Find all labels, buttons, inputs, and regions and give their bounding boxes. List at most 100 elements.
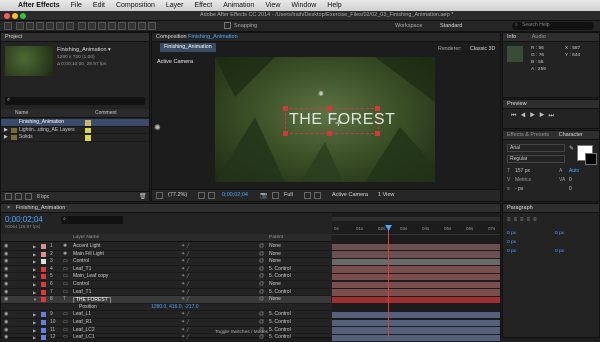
layer-name[interactable]: Main_Leaf copy — [73, 273, 108, 280]
layer-duration-bar[interactable] — [332, 311, 500, 319]
visibility-eye-icon[interactable]: ◉ — [4, 266, 8, 273]
parent-pickwhip-icon[interactable]: @ — [259, 296, 264, 303]
comp-subtab[interactable]: Finishing_Animation — [160, 43, 216, 52]
label-color-swatch[interactable] — [41, 266, 46, 272]
label-color-swatch[interactable] — [41, 274, 46, 280]
layer-row[interactable]: ◉ ▶ 10 ▭ Leaf_R1 ✦ ╱ @5. Control — [1, 319, 331, 327]
new-folder-icon[interactable] — [15, 193, 22, 200]
light-icon[interactable]: ✺ — [318, 90, 324, 98]
visibility-eye-icon[interactable]: ◉ — [4, 273, 8, 280]
parent-select[interactable]: None — [269, 251, 281, 258]
disclosure-triangle-icon[interactable]: ▶ — [33, 319, 36, 326]
work-area-bar[interactable] — [332, 217, 500, 221]
project-item[interactable]: Finishing_Animation — [1, 119, 149, 127]
font-family-select[interactable]: Arial — [507, 144, 565, 152]
disclosure-triangle-icon[interactable]: ▶ — [4, 127, 8, 134]
region-of-interest-icon[interactable] — [304, 192, 311, 199]
label-color-swatch[interactable] — [41, 297, 46, 303]
layer-name[interactable]: Leaf_T1 — [73, 266, 91, 273]
comp-timecode[interactable]: 0;00;02;04 — [222, 192, 248, 198]
indent-right-value[interactable]: 0 px — [555, 231, 564, 236]
disclosure-triangle-icon[interactable]: ▶ — [4, 134, 8, 141]
layer-switches[interactable]: ✦ ╱ — [181, 311, 190, 318]
layer-switches[interactable]: ✦ ╱ — [181, 243, 190, 250]
space-before-value[interactable]: 0 px — [507, 249, 516, 254]
magnification-select[interactable]: (77.2%) — [168, 192, 187, 198]
snapping-checkbox[interactable] — [224, 22, 231, 29]
justify-all-icon[interactable]: ≡ — [533, 217, 540, 223]
home-tool-icon[interactable] — [4, 22, 12, 30]
rotate-tool-icon[interactable] — [46, 22, 54, 30]
always-preview-icon[interactable] — [156, 192, 163, 199]
layer-name[interactable]: Position — [79, 304, 97, 311]
eraser-tool-icon[interactable] — [128, 22, 136, 30]
selection-tool-icon[interactable] — [16, 22, 24, 30]
parent-select[interactable]: 5. Control — [269, 273, 291, 280]
bounds-handle[interactable] — [327, 106, 332, 111]
layer-duration-bar[interactable] — [332, 289, 500, 296]
layer-name[interactable]: Leaf_L1 — [73, 311, 91, 318]
zoom-tool-icon[interactable] — [36, 22, 44, 30]
layer-switches[interactable]: ✦ ╱ — [181, 296, 190, 303]
layer-name[interactable]: Leaf_LC2 — [73, 327, 95, 334]
bounds-handle[interactable] — [283, 106, 288, 111]
parent-pickwhip-icon[interactable]: @ — [259, 251, 264, 258]
label-color-swatch[interactable] — [41, 312, 46, 318]
menu-animation[interactable]: Animation — [223, 2, 254, 9]
layer-name[interactable]: Leaf_T1 — [73, 289, 91, 296]
label-color-swatch[interactable] — [41, 327, 46, 333]
menu-layer[interactable]: Layer — [166, 2, 184, 9]
indent-first-value[interactable]: 0 px — [507, 240, 516, 245]
parent-select[interactable]: 5. Control — [269, 327, 291, 334]
layer-name[interactable]: Control — [73, 258, 89, 265]
parent-pickwhip-icon[interactable]: @ — [259, 258, 264, 265]
menu-composition[interactable]: Composition — [116, 2, 155, 9]
new-comp-icon[interactable] — [25, 193, 32, 200]
timeline-graph-area[interactable]: 0s 01s 02s 03s 04s 05s 06s 07s — [332, 213, 500, 342]
col-parent[interactable]: Parent — [269, 235, 283, 240]
first-frame-icon[interactable]: ⏮ — [511, 113, 520, 119]
layer-switches[interactable]: ✦ ╱ — [181, 251, 190, 258]
bounds-handle[interactable] — [283, 131, 288, 136]
layer-duration-bar[interactable] — [332, 273, 500, 281]
layer-duration-bar[interactable] — [332, 281, 500, 289]
parent-pickwhip-icon[interactable]: @ — [259, 319, 264, 326]
label-color-swatch[interactable] — [41, 259, 46, 265]
visibility-eye-icon[interactable]: ◉ — [4, 243, 8, 250]
anchor-point-icon[interactable]: ✛ — [335, 119, 342, 128]
layer-switches[interactable]: ✦ ╱ — [181, 319, 190, 326]
layer-switches[interactable]: ✦ ╱ — [181, 327, 190, 334]
tab-audio[interactable]: Audio — [532, 34, 546, 40]
eyedropper-icon[interactable]: ✎ — [569, 145, 574, 152]
disclosure-triangle-icon[interactable]: ▶ — [33, 251, 36, 258]
menu-edit[interactable]: Edit — [93, 2, 105, 9]
renderer-value[interactable]: Classic 3D — [470, 46, 495, 52]
parent-select[interactable]: None — [269, 258, 281, 265]
layer-name[interactable]: Main Fill Light — [73, 251, 104, 258]
play-icon[interactable]: ▶ — [530, 113, 539, 119]
layer-switches[interactable]: ✦ ╱ — [181, 266, 190, 273]
layer-switches[interactable]: ✦ ╱ — [181, 289, 190, 296]
light-icon[interactable]: ✺ — [154, 123, 161, 132]
clone-tool-icon[interactable] — [118, 22, 126, 30]
tab-info[interactable]: Info — [507, 34, 516, 40]
mask-tool-icon[interactable] — [78, 22, 86, 30]
layer-name[interactable]: Leaf_R1 — [73, 319, 92, 326]
tracking-value[interactable]: 0 — [569, 177, 572, 183]
hand-tool-icon[interactable] — [26, 22, 34, 30]
pen-tool-icon[interactable] — [88, 22, 96, 30]
close-icon[interactable]: × — [7, 205, 10, 211]
visibility-eye-icon[interactable]: ◉ — [4, 251, 8, 258]
col-layer-name[interactable]: Layer Name — [73, 235, 99, 240]
prev-frame-icon[interactable]: ◀ — [520, 113, 529, 119]
parent-pickwhip-icon[interactable]: @ — [259, 281, 264, 288]
project-item[interactable]: ▶ Lightin...uting_AE Layers — [1, 127, 149, 135]
visibility-eye-icon[interactable]: ◉ — [4, 258, 8, 265]
view-layout-select[interactable]: 1 View — [378, 192, 394, 198]
show-channel-icon[interactable] — [272, 192, 279, 199]
layer-row[interactable]: ◉ ▶ 4 ▭ Leaf_T1 ✦ ╱ @5. Control — [1, 266, 331, 274]
bounds-handle[interactable] — [375, 106, 380, 111]
comp-viewer[interactable]: THE FOREST ✛ ✺ — [215, 57, 435, 182]
layer-name[interactable]: THE FOREST — [73, 296, 111, 303]
type-tool-icon[interactable] — [98, 22, 106, 30]
